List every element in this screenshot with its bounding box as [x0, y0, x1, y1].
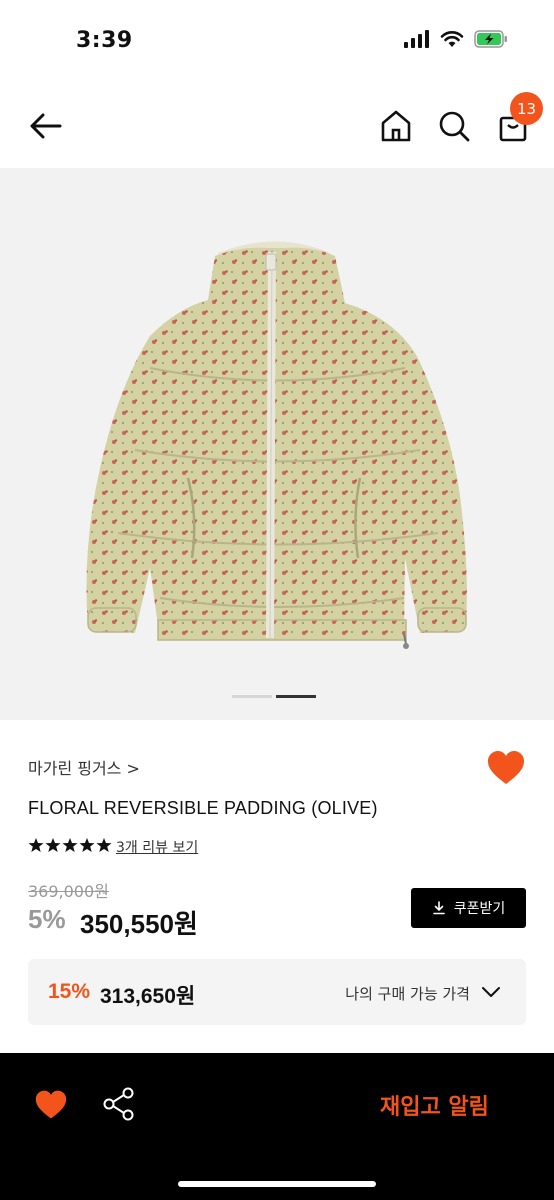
cart-count-badge: 13	[510, 92, 543, 125]
discount-rate: 5%	[28, 904, 66, 934]
chevron-down-icon	[482, 987, 500, 997]
star-icon	[96, 838, 112, 852]
arrow-left-icon	[30, 113, 62, 139]
signal-icon	[404, 30, 429, 48]
share-button[interactable]	[102, 1086, 136, 1122]
star-icon	[62, 838, 78, 852]
bottom-action-bar: 재입고 알림	[0, 1053, 554, 1200]
my-price-dropdown[interactable]: 15% 313,650원 나의 구매 가능 가격	[28, 959, 526, 1025]
home-button[interactable]	[378, 108, 414, 144]
star-icon	[79, 838, 95, 852]
search-icon	[439, 111, 470, 142]
status-icons	[404, 30, 508, 48]
battery-charging-icon	[474, 30, 507, 48]
my-discount-rate: 15%	[48, 980, 91, 1003]
app-header	[0, 84, 554, 168]
star-icon	[45, 838, 61, 852]
star-icon	[28, 838, 44, 852]
review-link[interactable]: 3개 리뷰 보기	[116, 837, 198, 857]
coupon-label: 쿠폰받기	[453, 901, 506, 917]
home-indicator	[178, 1181, 376, 1187]
brand-link[interactable]: 마가린 핑거스 >	[28, 755, 140, 779]
my-price: 313,650원	[100, 985, 196, 1008]
sale-price: 350,550원	[80, 909, 198, 939]
like-button[interactable]	[486, 749, 526, 787]
download-icon	[432, 901, 445, 915]
search-button[interactable]	[436, 108, 472, 144]
product-name: FLORAL REVERSIBLE PADDING (OLIVE)	[28, 798, 378, 818]
image-pager	[232, 695, 316, 698]
restock-alert-button[interactable]: 재입고 알림	[380, 1089, 489, 1121]
status-time: 3:39	[76, 28, 133, 53]
product-photo	[86, 241, 467, 649]
rating-stars	[28, 837, 112, 853]
home-icon	[381, 110, 411, 142]
my-price-label: 나의 구매 가능 가격	[345, 985, 470, 1003]
bottom-like-button[interactable]	[34, 1089, 68, 1121]
pager-dot-active	[276, 695, 316, 698]
original-price: 369,000원	[28, 882, 109, 901]
share-icon	[103, 1087, 134, 1121]
heart-icon	[488, 751, 524, 784]
back-button[interactable]	[26, 108, 66, 144]
heart-icon	[35, 1090, 67, 1119]
coupon-button[interactable]: 쿠폰받기	[411, 888, 526, 928]
product-image-carousel[interactable]	[0, 168, 554, 720]
wifi-icon	[440, 31, 464, 47]
status-bar: 3:39	[0, 0, 554, 84]
pager-dot	[232, 695, 272, 698]
